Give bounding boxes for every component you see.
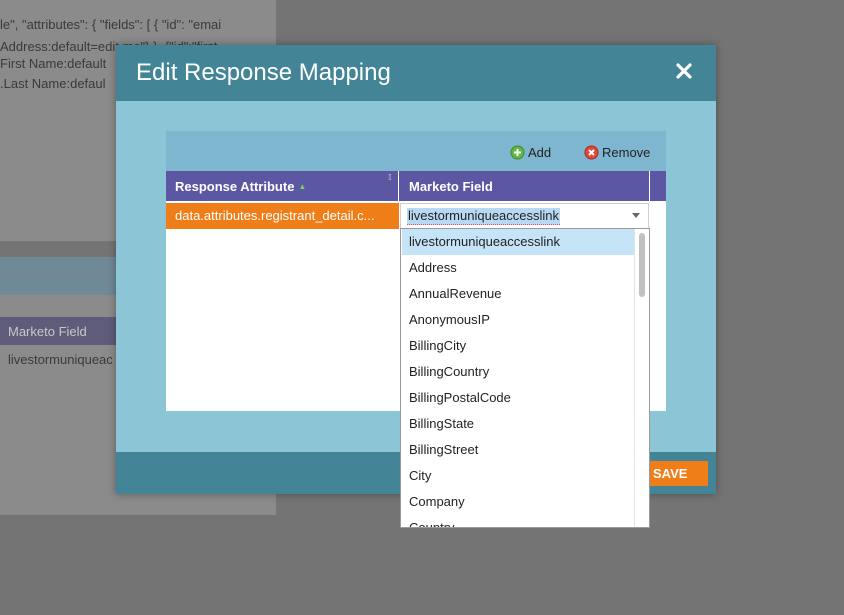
add-button-label: Add [528,144,552,160]
dropdown-option[interactable]: BillingCity [402,333,634,359]
sort-ascending-icon: ▲ [298,181,307,191]
close-icon[interactable] [672,59,696,83]
background-code-line: First Name:default [0,56,107,71]
dropdown-scrollbar-thumb[interactable] [639,233,645,297]
column-header-marketo-field[interactable]: Marketo Field [400,171,650,201]
background-mapping-value: livestormuniqueac [8,352,113,367]
save-button[interactable]: SAVE [644,461,708,486]
dropdown-option[interactable]: BillingCountry [402,359,634,385]
dropdown-option[interactable]: livestormuniqueaccesslink [402,229,634,255]
dropdown-option[interactable]: AnonymousIP [402,307,634,333]
marketo-field-dropdown-list[interactable]: livestormuniqueaccesslink Address Annual… [400,228,650,528]
plus-circle-icon [510,145,525,159]
dropdown-option[interactable]: Company [402,489,634,515]
grid-header-row: Response Attribute ▲ ⁞⁞ Marketo Field [166,171,666,201]
dialog-title: Edit Response Mapping [136,59,391,86]
dropdown-option[interactable]: City [402,463,634,489]
background-code-line: le", "attributes": { "fields": [ { "id":… [0,17,222,32]
remove-button[interactable]: Remove [584,143,650,161]
dropdown-option[interactable]: Country [402,515,634,527]
background-column-header-label: Marketo Field [8,324,87,339]
grid-toolbar: Add Remove [166,131,666,171]
column-header-label: Marketo Field [409,178,493,194]
background-code-line: .Last Name:defaul [0,76,106,91]
add-button[interactable]: Add [510,143,551,161]
dialog-titlebar: Edit Response Mapping [116,45,716,101]
column-resize-icon[interactable]: ⁞⁞ [388,173,392,182]
dropdown-option[interactable]: BillingState [402,411,634,437]
column-header-label: Response Attribute [175,178,295,194]
remove-circle-icon [584,145,599,159]
column-header-response-attribute[interactable]: Response Attribute ▲ [166,171,399,201]
response-attribute-cell[interactable]: data.attributes.registrant_detail.c... [166,203,399,229]
dropdown-option[interactable]: AnnualRevenue [402,281,634,307]
marketo-field-input[interactable]: livestormuniqueaccesslink [407,208,561,225]
dropdown-option[interactable]: Address [402,255,634,281]
marketo-field-combobox[interactable]: livestormuniqueaccesslink [400,203,649,229]
remove-button-label: Remove [602,144,651,160]
dropdown-option[interactable]: BillingPostalCode [402,385,634,411]
chevron-down-icon[interactable] [632,213,640,218]
dropdown-option[interactable]: BillingStreet [402,437,634,463]
